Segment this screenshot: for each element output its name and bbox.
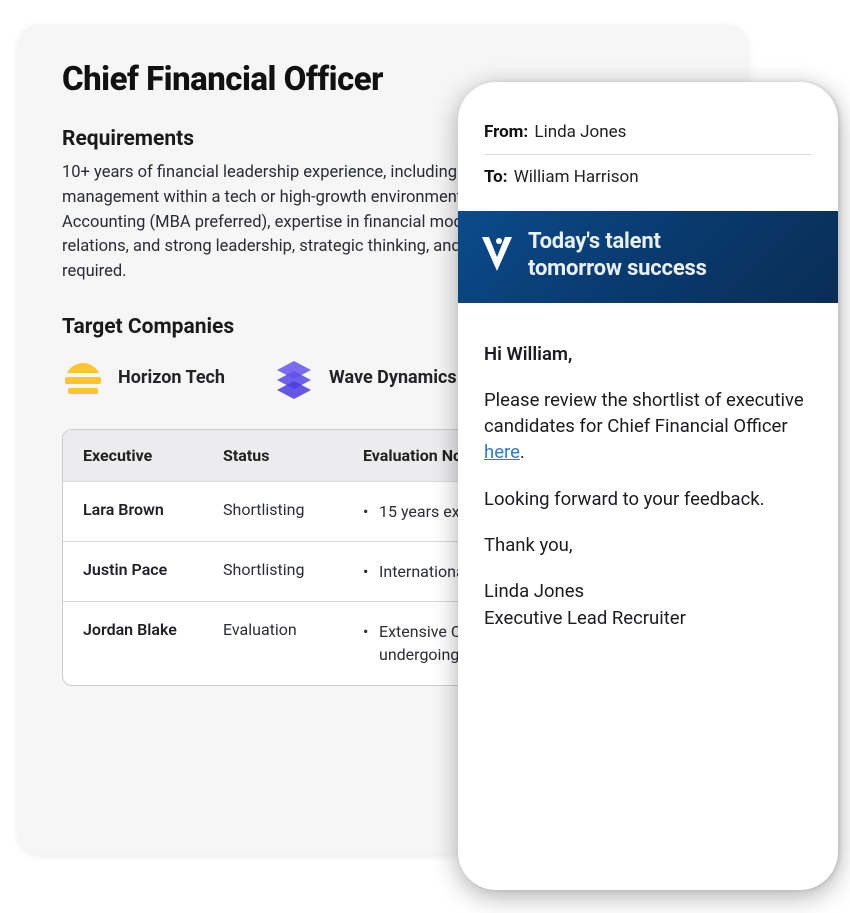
email-from-field: From: Linda Jones: [484, 112, 812, 152]
email-paragraph: Looking forward to your feedback.: [484, 486, 812, 512]
to-value: William Harrison: [514, 167, 639, 187]
company-name: Wave Dynamics: [329, 367, 457, 388]
email-salutation: Hi William,: [484, 341, 812, 367]
from-label: From:: [484, 122, 528, 142]
email-paragraph: Thank you,: [484, 532, 812, 558]
company-item: Horizon Tech: [62, 357, 225, 399]
header-executive: Executive: [83, 446, 223, 465]
horizon-tech-icon: [62, 357, 104, 399]
banner-logo-icon: [480, 235, 514, 277]
to-label: To:: [484, 167, 507, 187]
banner-text: Today's talent tomorrow success: [528, 229, 707, 283]
email-signature: Linda Jones Executive Lead Recruiter: [484, 578, 812, 631]
cell-status: Evaluation: [223, 620, 363, 639]
cell-executive: Justin Pace: [83, 560, 223, 579]
email-paragraph: Please review the shortlist of executive…: [484, 387, 812, 466]
para-text: .: [520, 441, 525, 463]
phone-mockup: From: Linda Jones To: William Harrison T…: [458, 82, 838, 890]
email-body: Hi William, Please review the shortlist …: [458, 303, 838, 677]
signature-name: Linda Jones: [484, 578, 812, 604]
cell-status: Shortlisting: [223, 500, 363, 519]
wave-dynamics-icon: [273, 357, 315, 399]
cell-executive: Jordan Blake: [83, 620, 223, 639]
cell-status: Shortlisting: [223, 560, 363, 579]
from-value: Linda Jones: [534, 122, 626, 142]
para-text: Please review the shortlist of executive…: [484, 389, 804, 437]
email-to-field: To: William Harrison: [484, 157, 812, 197]
company-item: Wave Dynamics: [273, 357, 457, 399]
banner-line2: tomorrow success: [528, 256, 707, 283]
header-status: Status: [223, 446, 363, 465]
shortlist-link[interactable]: here: [484, 441, 520, 463]
email-banner: Today's talent tomorrow success: [458, 211, 838, 303]
signature-title: Executive Lead Recruiter: [484, 605, 812, 631]
email-header: From: Linda Jones To: William Harrison: [458, 82, 838, 211]
cell-executive: Lara Brown: [83, 500, 223, 519]
company-name: Horizon Tech: [118, 367, 225, 388]
divider: [484, 154, 812, 155]
banner-line1: Today's talent: [528, 229, 707, 256]
